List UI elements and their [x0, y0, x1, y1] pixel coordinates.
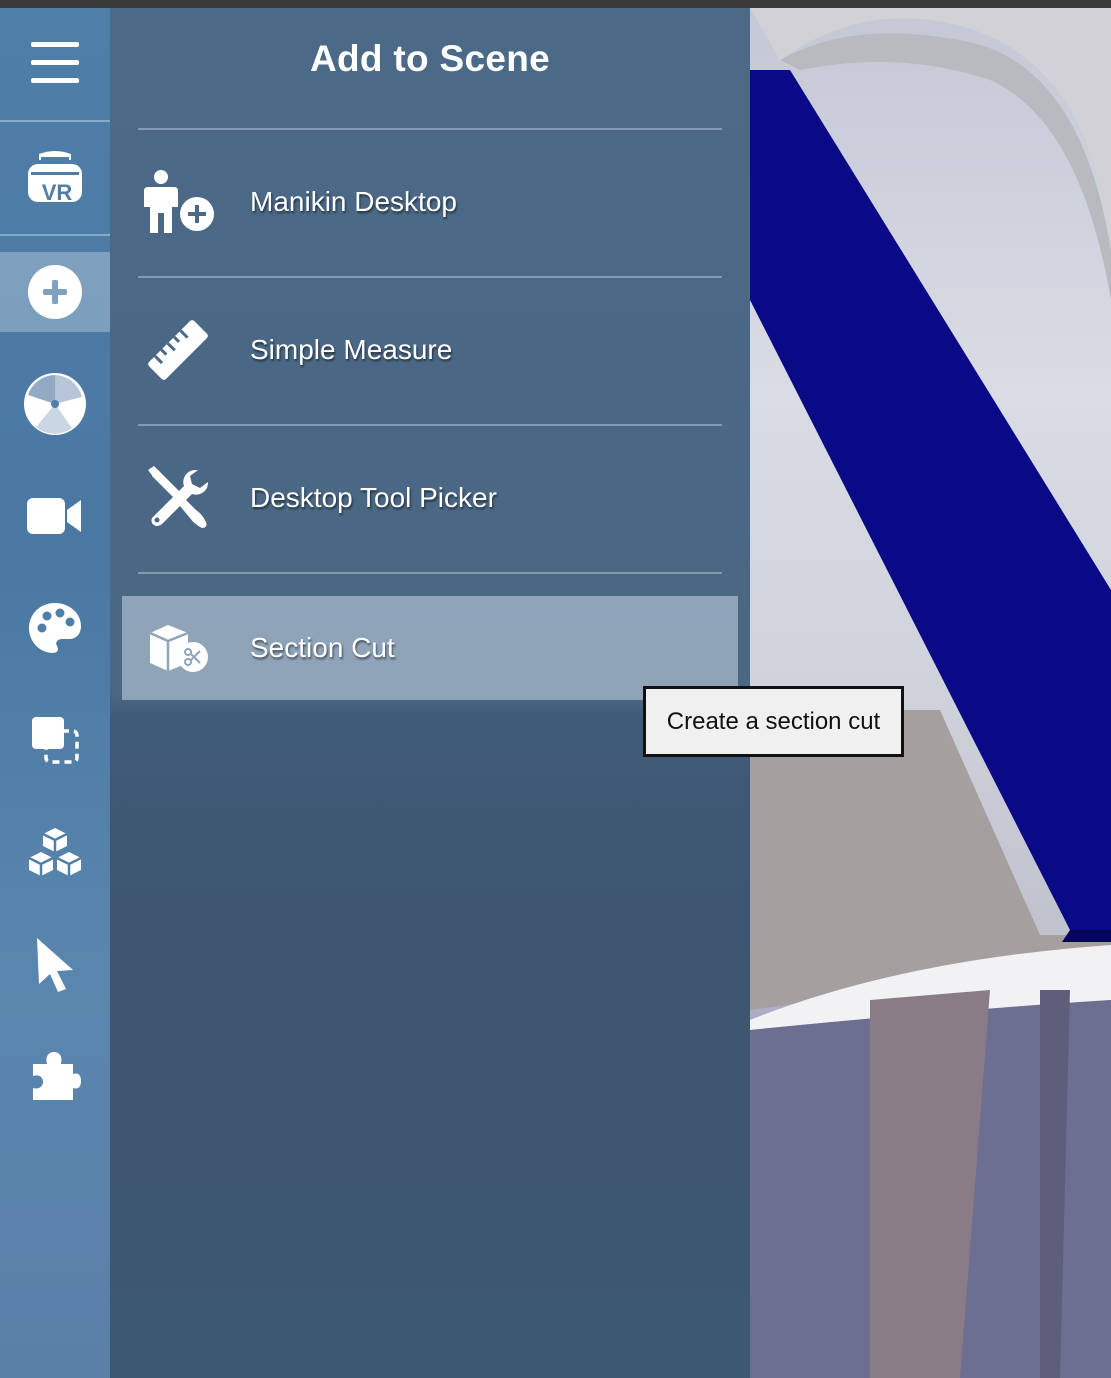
ruler-icon [148, 320, 208, 380]
divider [138, 276, 722, 278]
add-icon [28, 265, 82, 319]
vr-button[interactable]: VR [0, 138, 110, 218]
pie-chart-button[interactable] [0, 364, 110, 444]
menu-item-simple-measure[interactable]: Simple Measure [122, 298, 738, 402]
divider [138, 424, 722, 426]
menu-item-label: Section Cut [250, 632, 395, 663]
divider [138, 572, 722, 574]
menu-item-label: Manikin Desktop [250, 186, 457, 217]
selection-button[interactable] [0, 700, 110, 780]
menu-icon [31, 42, 79, 83]
appearance-button[interactable] [0, 588, 110, 668]
puzzle-icon [33, 1052, 81, 1100]
divider [138, 128, 722, 130]
selection-icon [32, 717, 79, 764]
vr-headset-icon: VR [28, 151, 82, 205]
tooltip-text: Create a section cut [666, 707, 881, 735]
menu-item-manikin-desktop[interactable]: Manikin Desktop [122, 150, 738, 254]
panel-title: Add to Scene [309, 38, 551, 79]
tools-icon [148, 466, 209, 528]
video-camera-icon [27, 498, 81, 534]
section-cut-icon [149, 625, 208, 672]
menu-item-label: Desktop Tool Picker [250, 482, 497, 513]
rail-separator [0, 120, 110, 122]
menu-item-label: Simple Measure [250, 334, 453, 365]
palette-icon [29, 603, 81, 653]
tooltip: Create a section cut [643, 686, 904, 757]
pie-chart-icon [24, 373, 86, 435]
pointer-icon [37, 938, 73, 992]
cubes-icon [28, 828, 82, 876]
select-tool-button[interactable] [0, 924, 110, 1004]
plugins-button[interactable] [0, 1036, 110, 1116]
camera-button[interactable] [0, 476, 110, 556]
menu-item-section-cut[interactable]: Section Cut [122, 596, 738, 700]
manikin-add-icon [144, 170, 214, 233]
icon-rail: VR [0, 8, 110, 1378]
svg-text:VR: VR [42, 180, 73, 205]
rail-separator [0, 234, 110, 236]
add-to-scene-button[interactable] [0, 252, 110, 332]
menu-button[interactable] [0, 23, 110, 103]
assembly-button[interactable] [0, 812, 110, 892]
menu-item-desktop-tool-picker[interactable]: Desktop Tool Picker [122, 446, 738, 550]
